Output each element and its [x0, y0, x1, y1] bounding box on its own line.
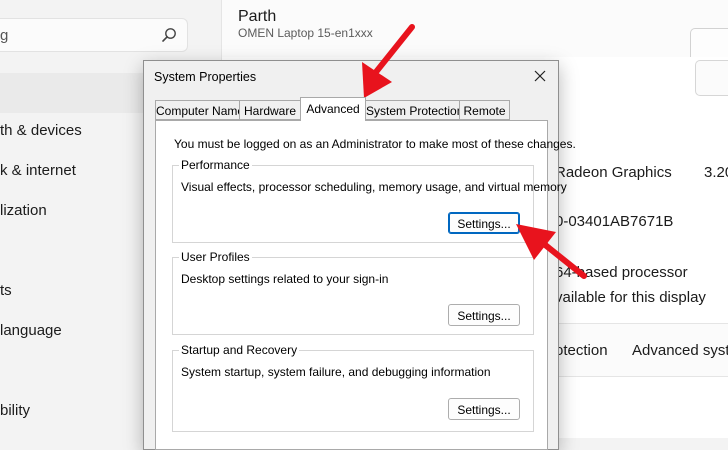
startup-recovery-desc: System startup, system failure, and debu… — [181, 365, 491, 379]
annotation-arrow-advanced-tab-icon — [362, 24, 415, 98]
link-system-protection[interactable]: otection — [555, 342, 608, 359]
tab-advanced[interactable]: Advanced — [300, 97, 366, 121]
performance-group: Performance Visual effects, processor sc… — [172, 158, 567, 243]
user-profiles-settings-button[interactable]: Settings... — [448, 304, 520, 326]
sidebar-item-bluetooth-devices[interactable]: th & devices — [0, 122, 82, 139]
user-profiles-title: User Profiles — [179, 250, 252, 264]
sidebar-item-accessibility[interactable]: bility — [0, 402, 30, 419]
rename-button[interactable] — [690, 0, 728, 62]
spec-graphics: Radeon Graphics — [555, 164, 672, 181]
system-properties-dialog: System Properties Computer Name Hardware… — [143, 60, 576, 450]
spec-ram: 3.20 — [704, 164, 728, 181]
sidebar-item-accounts[interactable]: ts — [0, 282, 12, 299]
close-icon[interactable] — [528, 64, 552, 88]
startup-recovery-group: Startup and Recovery System startup, sys… — [172, 343, 534, 432]
annotation-arrow-settings-button-icon — [516, 224, 587, 279]
performance-desc: Visual effects, processor scheduling, me… — [181, 180, 567, 194]
startup-recovery-title: Startup and Recovery — [179, 343, 300, 357]
tab-computer-name[interactable]: Computer Name — [155, 100, 244, 120]
performance-title: Performance — [179, 158, 252, 172]
user-profiles-desc: Desktop settings related to your sign-in — [181, 272, 389, 286]
sidebar-item-time-language[interactable]: language — [0, 322, 62, 339]
sidebar-highlight — [0, 73, 150, 113]
tab-hardware[interactable]: Hardware — [239, 100, 301, 120]
link-advanced-system-settings[interactable]: Advanced syste — [632, 342, 728, 359]
user-profiles-group: User Profiles Desktop settings related t… — [172, 250, 534, 335]
tab-system-protection[interactable]: System Protection — [365, 100, 463, 120]
search-icon — [162, 28, 176, 42]
copy-button[interactable] — [695, 60, 728, 96]
search-input[interactable]: g — [0, 27, 8, 44]
advanced-tab-panel: You must be logged on as an Administrato… — [155, 120, 576, 450]
admin-note: You must be logged on as an Administrato… — [174, 137, 576, 151]
device-profile-card: Parth OMEN Laptop 15-en1xxx — [221, 0, 728, 58]
search-box[interactable]: g — [0, 18, 188, 52]
startup-recovery-settings-button[interactable]: Settings... — [448, 398, 520, 420]
tab-remote[interactable]: Remote — [459, 100, 510, 120]
sidebar-item-personalization[interactable]: lization — [0, 202, 47, 219]
device-name: Parth — [238, 8, 277, 25]
dialog-title: System Properties — [154, 70, 257, 84]
performance-settings-button[interactable]: Settings... — [448, 212, 520, 234]
spec-pen-touch: vailable for this display — [555, 289, 706, 306]
sidebar-item-network-internet[interactable]: k & internet — [0, 162, 76, 179]
